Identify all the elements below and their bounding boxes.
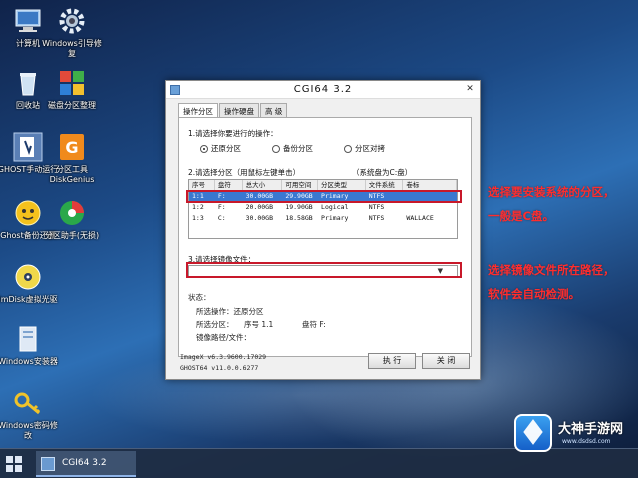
desktop-icon-imdisk[interactable]: ImDisk虚拟光驱 — [0, 262, 60, 305]
tab-bar: 操作分区 操作硬盘 高 级 — [178, 103, 288, 117]
watermark: 大神手游网 www.dsdsd.com — [514, 412, 638, 460]
cell-total: 30.00GB — [245, 214, 274, 222]
recycle-bin-icon — [13, 68, 43, 98]
desktop-icon-label: ImDisk虚拟光驱 — [0, 295, 58, 304]
execute-button[interactable]: 执 行 — [368, 353, 416, 369]
desktop-icon-label: 分区助手(无损) — [44, 231, 100, 240]
app-icon — [41, 457, 55, 471]
radio-label: 还原分区 — [211, 144, 241, 153]
cell-free: 19.90GB — [285, 203, 313, 211]
status-operation: 所选操作：还原分区 — [196, 307, 264, 316]
table-row[interactable]: 1:3 C: 30.00GB 18.58GB Primary NTFS WALL… — [189, 213, 457, 224]
gear-icon — [57, 6, 87, 36]
desktop-icon-partition-tool[interactable]: 磁盘分区整理 — [40, 68, 104, 111]
radio-backup[interactable]: 备份分区 — [272, 143, 313, 154]
annotation-line: 软件会自动检测。 — [488, 287, 580, 301]
table-row[interactable]: 1:2 F: 20.00GB 19.90GB Logical NTFS — [189, 202, 457, 213]
status-drive: 盘符 F: — [302, 320, 326, 329]
status-heading: 状态： — [188, 293, 211, 302]
taskbar-item-cgi[interactable]: CGI64 3.2 — [36, 451, 136, 477]
cell-index: 1:3 — [192, 214, 204, 222]
partition-table: 序号 盘符 总大小 可用空间 分区类型 文件系统 卷标 1:1 F: 30.00… — [188, 179, 458, 239]
desktop-icon-label: Windows密码修改 — [0, 421, 58, 440]
watermark-logo-icon — [514, 414, 552, 452]
cell-type: Logical — [321, 203, 349, 211]
radio-dot — [344, 144, 352, 153]
cell-fs: NTFS — [368, 203, 385, 211]
desktop-icon-label: 分区工具DiskGenius — [49, 165, 95, 184]
col-header: 总大小 — [243, 180, 283, 190]
step1-label: 1.请选择你要进行的操作： — [188, 129, 278, 138]
radio-restore[interactable]: 还原分区 — [200, 143, 241, 154]
status-partition-index: 序号 1.1 — [244, 320, 274, 329]
col-header: 可用空间 — [282, 180, 319, 190]
partition-assistant-icon — [57, 198, 87, 228]
diskgenius-icon: G — [57, 132, 87, 162]
highlight-image-select — [186, 262, 462, 278]
radio-label: 备份分区 — [283, 144, 313, 153]
version-ghost: GHOST64 v11.0.0.6277 — [180, 364, 259, 372]
partition-tool-icon — [57, 68, 87, 98]
col-header: 文件系统 — [366, 180, 404, 190]
annotation-image: 选择镜像文件所在路径， 软件会自动检测。 — [488, 262, 615, 302]
status-partition-label: 所选分区： — [196, 320, 234, 329]
taskbar-item-label: CGI64 3.2 — [62, 458, 107, 468]
annotation-line: 一般是C盘。 — [488, 209, 554, 223]
cell-index: 1:2 — [192, 203, 204, 211]
disc-icon — [13, 262, 43, 292]
tab-disk-ops[interactable]: 操作硬盘 — [219, 103, 259, 117]
close-icon[interactable]: ✕ — [463, 83, 477, 95]
dialog-title: CGI64 3.2 — [293, 84, 353, 95]
step2-label: 2.请选择分区（用鼠标左键单击） — [188, 168, 301, 177]
cell-volume: WALLACE — [406, 214, 434, 222]
status-image-path: 镜像路径/文件： — [196, 333, 252, 342]
watermark-name: 大神手游网 — [558, 422, 624, 437]
radio-label: 分区对拷 — [355, 144, 385, 153]
radio-clone[interactable]: 分区对拷 — [344, 143, 385, 154]
start-button[interactable] — [6, 456, 22, 472]
cgi-dialog: CGI64 3.2 ✕ 操作分区 操作硬盘 高 级 1.请选择你要进行的操作： … — [165, 80, 481, 380]
version-imagex: ImageX v6.3.9600.17029 — [180, 353, 267, 361]
desktop-icon-password-tool[interactable]: Windows密码修改 — [0, 388, 60, 441]
tab-advanced[interactable]: 高 级 — [260, 103, 288, 117]
close-button[interactable]: 关 闭 — [422, 353, 470, 369]
cell-total: 20.00GB — [245, 203, 274, 211]
desktop-icon-label: Windows引导修复 — [42, 39, 102, 58]
desktop-icon-boot-repair[interactable]: Windows引导修复 — [40, 6, 104, 59]
radio-dot — [272, 144, 280, 153]
ghost-tool-icon — [13, 132, 43, 162]
cell-type: Primary — [321, 214, 349, 222]
svg-text:G: G — [65, 138, 78, 157]
annotation-line: 选择要安装系统的分区， — [488, 185, 615, 199]
key-icon — [13, 388, 43, 418]
desktop-icon-label: 磁盘分区整理 — [48, 101, 96, 110]
watermark-url: www.dsdsd.com — [562, 438, 611, 445]
cell-free: 18.58GB — [285, 214, 313, 222]
col-header: 分区类型 — [318, 180, 366, 190]
cell-fs: NTFS — [368, 214, 385, 222]
tab-partition-ops[interactable]: 操作分区 — [178, 103, 218, 117]
desktop-icon-windows-installer[interactable]: Windows安装器 — [0, 324, 60, 367]
col-header: 盘符 — [215, 180, 243, 190]
col-header: 序号 — [189, 180, 215, 190]
col-header: 卷标 — [403, 180, 457, 190]
ghost-backup-icon — [13, 198, 43, 228]
installer-icon — [13, 324, 43, 354]
cell-volume — [403, 202, 457, 213]
annotation-partition: 选择要安装系统的分区， 一般是C盘。 — [488, 184, 615, 224]
desktop-icon-partition-assistant[interactable]: 分区助手(无损) — [40, 198, 104, 241]
dialog-titlebar[interactable]: CGI64 3.2 ✕ — [166, 81, 480, 99]
desktop-icon-diskgenius[interactable]: G 分区工具DiskGenius — [40, 132, 104, 185]
radio-dot — [200, 144, 208, 153]
highlight-partition-row — [186, 190, 462, 203]
annotation-line: 选择镜像文件所在路径， — [488, 263, 615, 277]
system-disk-hint: （系统盘为C:盘） — [352, 168, 413, 177]
computer-icon — [13, 6, 43, 36]
desktop-icon-label: Windows安装器 — [0, 357, 58, 366]
cell-drive: F: — [217, 203, 226, 211]
cell-drive: C: — [217, 214, 226, 222]
